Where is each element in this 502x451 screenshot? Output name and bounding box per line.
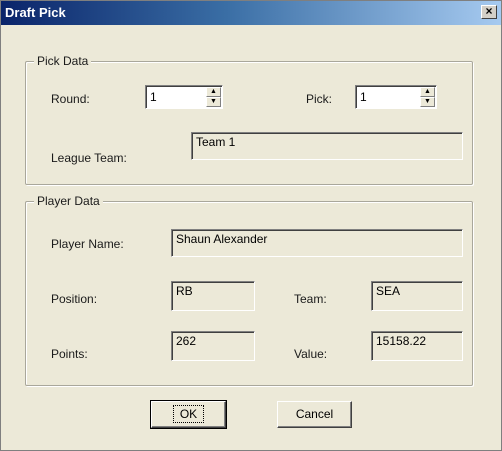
league-team-label: League Team: <box>51 151 127 165</box>
points-field: 262 <box>171 331 255 361</box>
title-bar[interactable]: Draft Pick × <box>1 1 501 25</box>
value-field: 15158.22 <box>371 331 463 361</box>
window-title: Draft Pick <box>5 5 66 20</box>
points-label: Points: <box>51 347 88 361</box>
arrow-up-icon: ▲ <box>424 88 431 95</box>
pick-input[interactable] <box>358 88 408 106</box>
arrow-up-icon: ▲ <box>210 88 217 95</box>
cancel-button[interactable]: Cancel <box>277 401 352 428</box>
ok-button[interactable]: OK <box>150 400 227 429</box>
player-data-group-label: Player Data <box>34 194 103 208</box>
position-label: Position: <box>51 292 98 306</box>
round-input[interactable] <box>148 88 198 106</box>
round-increment-button[interactable]: ▲ <box>206 87 221 97</box>
ok-button-label: OK <box>172 405 205 423</box>
round-label: Round: <box>51 92 90 106</box>
pick-increment-button[interactable]: ▲ <box>420 87 435 97</box>
pick-label: Pick: <box>306 92 333 106</box>
team-field: SEA <box>371 281 463 311</box>
close-icon: × <box>485 4 493 18</box>
arrow-down-icon: ▼ <box>424 98 431 105</box>
draft-pick-dialog: Draft Pick × Pick Data Round: ▲ ▼ Pick: … <box>0 0 502 451</box>
position-field: RB <box>171 281 255 311</box>
pick-decrement-button[interactable]: ▼ <box>420 97 435 107</box>
round-decrement-button[interactable]: ▼ <box>206 97 221 107</box>
pick-data-group: Pick Data <box>25 54 473 185</box>
player-name-field: Shaun Alexander <box>171 229 463 257</box>
value-label: Value: <box>294 347 328 361</box>
team-label: Team: <box>294 292 327 306</box>
close-button[interactable]: × <box>481 5 497 19</box>
pick-data-group-label: Pick Data <box>34 54 92 68</box>
pick-stepper[interactable]: ▲ ▼ <box>355 85 437 109</box>
round-stepper[interactable]: ▲ ▼ <box>145 85 223 109</box>
league-team-field: Team 1 <box>191 132 463 160</box>
arrow-down-icon: ▼ <box>210 98 217 105</box>
cancel-button-label: Cancel <box>295 407 334 421</box>
player-name-label: Player Name: <box>51 237 124 251</box>
